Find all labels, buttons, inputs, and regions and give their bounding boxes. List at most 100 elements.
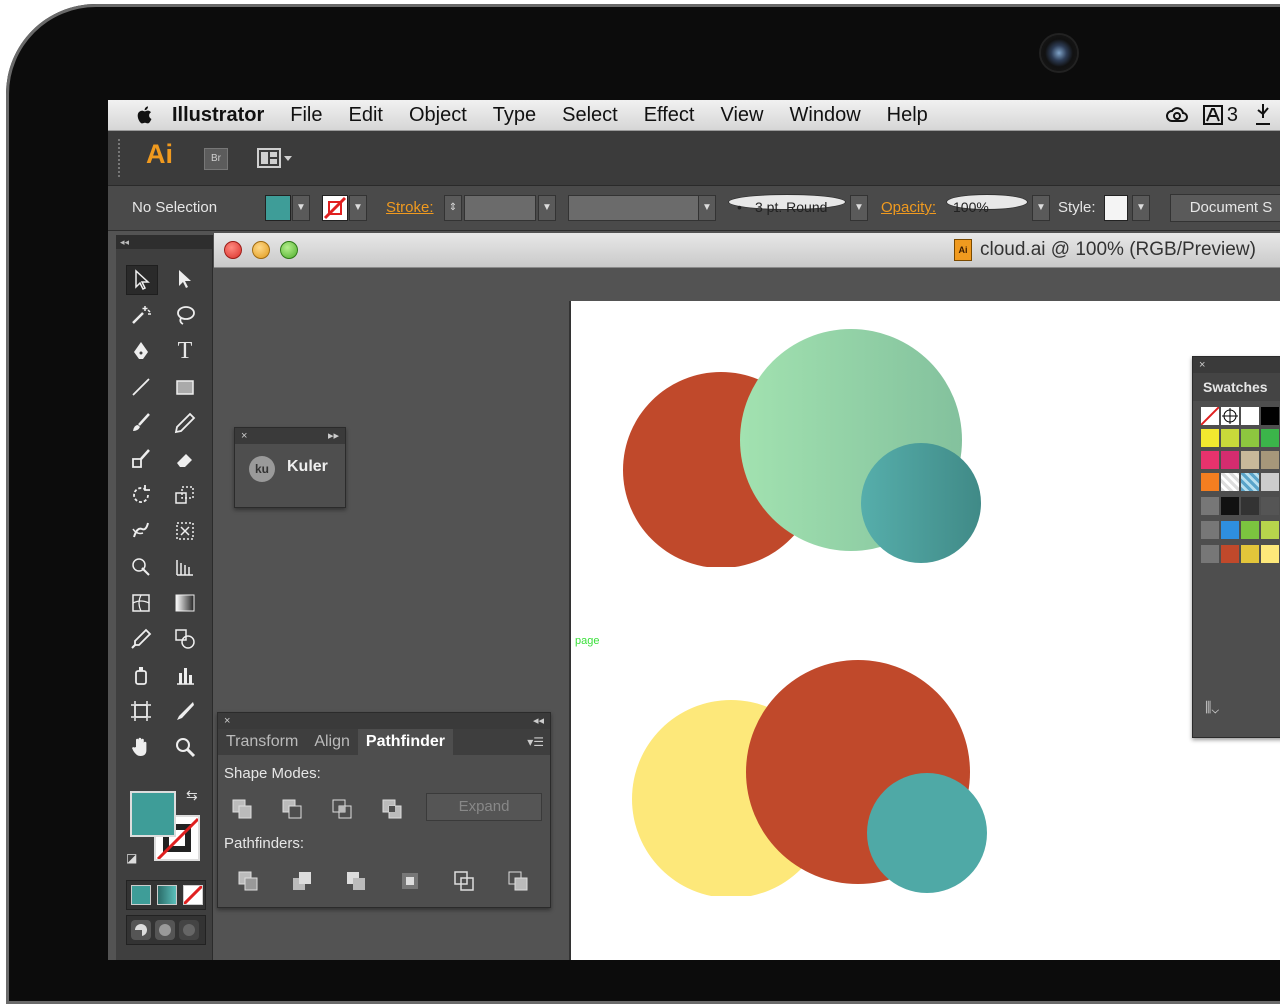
swatch[interactable] xyxy=(1201,451,1219,469)
swatch[interactable] xyxy=(1241,521,1259,539)
rectangle-tool[interactable] xyxy=(170,373,200,401)
minimize-window-button[interactable] xyxy=(252,241,270,259)
arrange-documents-icon[interactable] xyxy=(256,147,294,169)
opacity-dropdown[interactable]: ▼ xyxy=(1032,195,1050,221)
swatch[interactable] xyxy=(1221,429,1239,447)
panel-menu-icon[interactable]: ▾☰ xyxy=(527,729,550,755)
pencil-tool[interactable] xyxy=(170,409,200,437)
fill-color-box-front[interactable] xyxy=(130,791,176,837)
cloud-top-teal-circle[interactable] xyxy=(861,443,981,563)
swatch[interactable] xyxy=(1221,497,1239,515)
brush-definition[interactable]: • 3 pt. Round xyxy=(728,194,846,215)
type-tool[interactable]: T xyxy=(170,337,200,365)
swatch-registration[interactable] xyxy=(1221,407,1239,425)
variable-width-profile[interactable] xyxy=(568,195,700,221)
swatch-black[interactable] xyxy=(1261,407,1279,425)
trim-button[interactable] xyxy=(290,869,314,893)
collapse-panel-icon[interactable]: ◂◂ xyxy=(533,713,544,729)
column-graph-tool[interactable] xyxy=(170,661,200,689)
stroke-weight-stepper[interactable]: ⇕ xyxy=(444,195,462,221)
tab-pathfinder[interactable]: Pathfinder xyxy=(357,729,454,755)
swatch[interactable] xyxy=(1221,451,1239,469)
menu-file[interactable]: File xyxy=(290,100,322,130)
draw-behind-button[interactable] xyxy=(155,920,175,940)
gradient-button[interactable] xyxy=(157,885,177,905)
document-setup-button[interactable]: Document S xyxy=(1170,194,1280,222)
menu-app-name[interactable]: Illustrator xyxy=(172,100,264,130)
folder-icon[interactable] xyxy=(1201,521,1219,539)
swatch[interactable] xyxy=(1221,521,1239,539)
menu-window[interactable]: Window xyxy=(790,100,861,130)
scale-tool[interactable] xyxy=(170,481,200,509)
slice-tool[interactable] xyxy=(170,697,200,725)
swatch-none[interactable] xyxy=(1201,407,1219,425)
stroke-dropdown[interactable]: ▼ xyxy=(349,195,367,221)
close-icon[interactable]: × xyxy=(1199,359,1205,371)
stroke-weight-dropdown[interactable]: ▼ xyxy=(538,195,556,221)
swatches-panel-header[interactable]: × xyxy=(1193,357,1280,373)
swatch[interactable] xyxy=(1261,545,1279,563)
blend-tool[interactable] xyxy=(170,625,200,653)
swatch[interactable] xyxy=(1261,521,1279,539)
tools-grip[interactable] xyxy=(116,249,212,261)
opacity-label[interactable]: Opacity: xyxy=(881,186,936,230)
exclude-button[interactable] xyxy=(380,797,404,821)
close-icon[interactable]: × xyxy=(241,430,247,442)
swatch-pattern[interactable] xyxy=(1221,473,1239,491)
cloud-top-group[interactable] xyxy=(623,329,981,568)
intersect-button[interactable] xyxy=(330,797,354,821)
swatch-pattern[interactable] xyxy=(1261,473,1279,491)
cloud-bottom-teal-circle[interactable] xyxy=(867,773,987,893)
opacity-input[interactable]: 100% xyxy=(946,194,1028,215)
pathfinder-panel-header[interactable]: × ◂◂ xyxy=(218,713,550,729)
swatch[interactable] xyxy=(1201,473,1219,491)
free-transform-tool[interactable] xyxy=(170,517,200,545)
stroke-label[interactable]: Stroke: xyxy=(386,186,434,230)
close-icon[interactable]: × xyxy=(224,715,230,727)
pen-tool[interactable] xyxy=(126,337,156,365)
perspective-grid-tool[interactable] xyxy=(170,553,200,581)
artboard[interactable] xyxy=(571,301,1280,960)
swatch-libraries-icon[interactable]: ⫼⌄ xyxy=(1205,699,1219,716)
direct-selection-tool[interactable] xyxy=(170,265,200,293)
mesh-tool[interactable] xyxy=(126,589,156,617)
tab-transform[interactable]: Transform xyxy=(218,729,306,755)
artboard-tool[interactable] xyxy=(126,697,156,725)
variable-width-dropdown[interactable]: ▼ xyxy=(698,195,716,221)
menu-object[interactable]: Object xyxy=(409,100,467,130)
crop-button[interactable] xyxy=(398,869,422,893)
stroke-weight-field[interactable] xyxy=(464,195,536,221)
expand-panel-icon[interactable]: ▸▸ xyxy=(328,428,339,444)
merge-button[interactable] xyxy=(344,869,368,893)
menu-help[interactable]: Help xyxy=(887,100,928,130)
artwork-canvas[interactable] xyxy=(571,301,1280,960)
eraser-tool[interactable] xyxy=(170,445,200,473)
symbol-sprayer-tool[interactable] xyxy=(126,661,156,689)
lasso-tool[interactable] xyxy=(170,301,200,329)
creative-cloud-icon[interactable] xyxy=(1165,105,1189,125)
divide-button[interactable] xyxy=(236,869,260,893)
shape-builder-tool[interactable] xyxy=(126,553,156,581)
selection-tool[interactable] xyxy=(126,265,158,295)
folder-icon[interactable] xyxy=(1201,545,1219,563)
blob-brush-tool[interactable] xyxy=(126,445,156,473)
tab-align[interactable]: Align xyxy=(306,729,358,755)
fill-swatch[interactable] xyxy=(265,195,291,221)
zoom-tool[interactable] xyxy=(170,733,200,761)
line-segment-tool[interactable] xyxy=(126,373,156,401)
kuler-panel-header[interactable]: × ▸▸ xyxy=(235,428,345,444)
bridge-button[interactable]: Br xyxy=(204,148,228,170)
warp-tool[interactable] xyxy=(126,517,156,545)
style-dropdown[interactable]: ▼ xyxy=(1132,195,1150,221)
close-window-button[interactable] xyxy=(224,241,242,259)
menu-select[interactable]: Select xyxy=(562,100,618,130)
swatch[interactable] xyxy=(1241,497,1259,515)
menu-type[interactable]: Type xyxy=(493,100,536,130)
minus-front-button[interactable] xyxy=(280,797,304,821)
swatches-tab[interactable]: Swatches xyxy=(1193,373,1280,401)
kuler-label[interactable]: Kuler xyxy=(287,458,328,476)
hand-tool[interactable] xyxy=(126,733,156,761)
magic-wand-tool[interactable] xyxy=(126,301,156,329)
swatch[interactable] xyxy=(1221,545,1239,563)
graphic-style-swatch[interactable] xyxy=(1104,195,1128,221)
